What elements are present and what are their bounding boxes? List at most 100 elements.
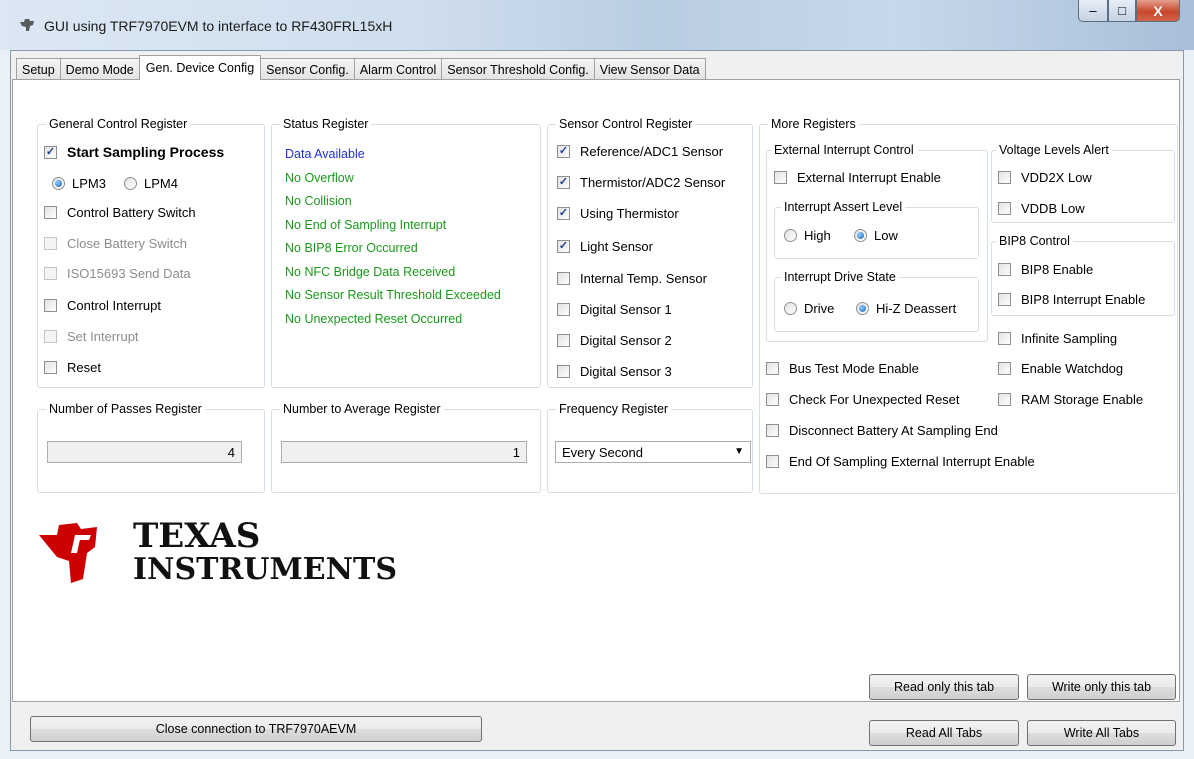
checkbox-box [766, 455, 779, 468]
sensor-checkbox[interactable]: Light Sensor [557, 239, 653, 254]
infinite-sampling-checkbox[interactable]: Infinite Sampling [998, 331, 1117, 346]
radio-dot [52, 177, 65, 190]
write-only-this-tab-button[interactable]: Write only this tab [1027, 674, 1176, 700]
sensor-control-group: Sensor Control Register [547, 117, 753, 388]
reset-checkbox[interactable]: Reset [44, 360, 101, 375]
tab-sensor-config[interactable]: Sensor Config. [260, 58, 355, 80]
frequency-dropdown[interactable]: Every Second ▼ [555, 441, 751, 463]
tab-view-sensor-data[interactable]: View Sensor Data [593, 58, 706, 80]
sensor-checkbox[interactable]: Thermistor/ADC2 Sensor [557, 175, 725, 190]
read-all-tabs-button[interactable]: Read All Tabs [869, 720, 1019, 746]
checkbox-label: BIP8 Enable [1021, 262, 1094, 277]
group-title: More Registers [768, 117, 859, 131]
checkbox-label: Start Sampling Process [67, 144, 225, 160]
status-item: No NFC Bridge Data Received [285, 264, 456, 279]
read-only-this-tab-button[interactable]: Read only this tab [869, 674, 1019, 700]
iso15693-send-checkbox[interactable]: ISO15693 Send Data [44, 266, 191, 281]
checkbox-box [557, 176, 570, 189]
set-interrupt-checkbox[interactable]: Set Interrupt [44, 329, 139, 344]
check-unexpected-reset-checkbox[interactable]: Check For Unexpected Reset [766, 392, 960, 407]
group-title: Interrupt Assert Level [781, 200, 906, 214]
write-all-tabs-button[interactable]: Write All Tabs [1027, 720, 1176, 746]
lpm3-radio[interactable]: LPM3 [52, 176, 106, 191]
checkbox-label: Control Battery Switch [67, 205, 196, 220]
sensor-checkbox[interactable]: Internal Temp. Sensor [557, 271, 707, 286]
ti-state-icon [39, 523, 97, 583]
vdd2x-low-checkbox[interactable]: VDD2X Low [998, 170, 1092, 185]
checkbox-label: Digital Sensor 2 [580, 333, 672, 348]
sensor-checkbox[interactable]: Digital Sensor 2 [557, 333, 672, 348]
control-battery-switch-checkbox[interactable]: Control Battery Switch [44, 205, 196, 220]
radio-dot [124, 177, 137, 190]
checkbox-box [44, 206, 57, 219]
average-field[interactable]: 1 [281, 441, 527, 463]
ti-logo: TEXAS INSTRUMENTS [33, 505, 440, 598]
checkbox-label: Enable Watchdog [1021, 361, 1124, 376]
group-title: Interrupt Drive State [781, 270, 899, 284]
eos-external-interrupt-checkbox[interactable]: End Of Sampling External Interrupt Enabl… [766, 454, 1035, 469]
bip8-enable-checkbox[interactable]: BIP8 Enable [998, 262, 1093, 277]
vddb-low-checkbox[interactable]: VDDB Low [998, 201, 1085, 216]
sensor-checkbox[interactable]: Reference/ADC1 Sensor [557, 144, 723, 159]
checkbox-box [998, 332, 1011, 345]
tab-strip: Setup Demo Mode Gen. Device Config Senso… [16, 55, 706, 80]
checkbox-label: Internal Temp. Sensor [580, 271, 707, 286]
passes-field[interactable]: 4 [47, 441, 242, 463]
drive-radio[interactable]: Drive [784, 301, 834, 316]
checkbox-label: Control Interrupt [67, 298, 161, 313]
minimize-button[interactable]: ‒ [1078, 0, 1108, 22]
low-radio[interactable]: Low [854, 228, 898, 243]
radio-label: Drive [804, 301, 835, 316]
hiz-deassert-radio[interactable]: Hi-Z Deassert [856, 301, 956, 316]
tab-alarm-control[interactable]: Alarm Control [353, 58, 443, 80]
logo-text-line1: TEXAS [133, 516, 261, 556]
status-item: No Overflow [285, 170, 354, 185]
tab-gen-device-config[interactable]: Gen. Device Config [138, 55, 262, 80]
high-radio[interactable]: High [784, 228, 831, 243]
tab-demo-mode[interactable]: Demo Mode [59, 58, 140, 80]
external-interrupt-enable-checkbox[interactable]: External Interrupt Enable [774, 170, 941, 185]
checkbox-box [998, 202, 1011, 215]
status-item: No End of Sampling Interrupt [285, 217, 447, 232]
sensor-checkbox[interactable]: Using Thermistor [557, 206, 679, 221]
checkbox-box [998, 263, 1011, 276]
enable-watchdog-checkbox[interactable]: Enable Watchdog [998, 361, 1123, 376]
radio-dot [784, 229, 797, 242]
sensor-checkbox[interactable]: Digital Sensor 3 [557, 364, 672, 379]
general-control-group: General Control Register [37, 117, 265, 388]
status-item: Data Available [285, 147, 365, 161]
checkbox-label: Bus Test Mode Enable [789, 361, 919, 376]
minimize-icon: ‒ [1089, 3, 1097, 18]
checkbox-box [998, 362, 1011, 375]
close-battery-switch-checkbox[interactable]: Close Battery Switch [44, 236, 187, 251]
checkbox-label: Reference/ADC1 Sensor [580, 144, 724, 159]
control-interrupt-checkbox[interactable]: Control Interrupt [44, 298, 161, 313]
checkbox-label: Check For Unexpected Reset [789, 392, 960, 407]
maximize-button[interactable]: □ [1108, 0, 1136, 22]
disconnect-battery-checkbox[interactable]: Disconnect Battery At Sampling End [766, 423, 998, 438]
checkbox-box [998, 293, 1011, 306]
close-connection-button[interactable]: Close connection to TRF7970AEVM [30, 716, 482, 742]
sensor-checkbox[interactable]: Digital Sensor 1 [557, 302, 672, 317]
bip8-interrupt-enable-checkbox[interactable]: BIP8 Interrupt Enable [998, 292, 1145, 307]
checkbox-label: VDD2X Low [1021, 170, 1092, 185]
start-sampling-checkbox[interactable]: Start Sampling Process [44, 144, 224, 160]
bus-test-mode-checkbox[interactable]: Bus Test Mode Enable [766, 361, 919, 376]
checkbox-box [774, 171, 787, 184]
tab-sensor-threshold-config[interactable]: Sensor Threshold Config. [441, 58, 595, 80]
radio-label: High [804, 228, 831, 243]
group-title: BIP8 Control [996, 234, 1073, 248]
title-bar[interactable]: GUI using TRF7970EVM to interface to RF4… [0, 0, 1194, 50]
checkbox-label: End Of Sampling External Interrupt Enabl… [789, 454, 1035, 469]
ram-storage-enable-checkbox[interactable]: RAM Storage Enable [998, 392, 1143, 407]
lpm4-radio[interactable]: LPM4 [124, 176, 178, 191]
status-item: No Collision [285, 194, 352, 208]
checkbox-box [557, 334, 570, 347]
checkbox-box [766, 393, 779, 406]
tab-setup[interactable]: Setup [16, 58, 61, 80]
checkbox-box [44, 237, 57, 250]
checkbox-label: VDDB Low [1021, 201, 1085, 216]
checkbox-box [44, 145, 57, 159]
checkbox-label: BIP8 Interrupt Enable [1021, 292, 1146, 307]
close-button[interactable]: X [1136, 0, 1180, 22]
